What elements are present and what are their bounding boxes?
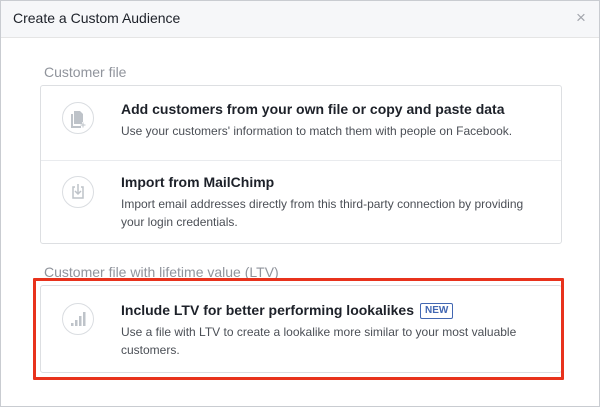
dialog-header: Create a Custom Audience × — [1, 1, 599, 38]
option-description: Use a file with LTV to create a lookalik… — [121, 325, 517, 357]
option-add-customers-from-file[interactable]: Add customers from your own file or copy… — [41, 86, 561, 160]
create-custom-audience-dialog: Create a Custom Audience × Customer file… — [0, 0, 600, 407]
option-title: Import from MailChimp — [121, 174, 275, 190]
new-badge: NEW — [420, 303, 454, 319]
import-icon — [62, 176, 94, 208]
option-include-ltv[interactable]: Include LTV for better performing lookal… — [41, 286, 561, 372]
close-icon[interactable]: × — [573, 9, 589, 27]
option-import-from-mailchimp[interactable]: Import from MailChimp Import email addre… — [41, 161, 561, 243]
dialog-title: Create a Custom Audience — [13, 10, 181, 26]
file-add-icon — [62, 102, 94, 134]
section-title-ltv: Customer file with lifetime value (LTV) — [44, 264, 279, 280]
option-description: Use your customers' information to match… — [121, 124, 513, 138]
ltv-options-card: Include LTV for better performing lookal… — [40, 285, 562, 373]
section-title-customer-file: Customer file — [44, 64, 127, 80]
customer-file-options-card: Add customers from your own file or copy… — [40, 85, 562, 244]
option-title: Include LTV for better performing lookal… — [121, 302, 415, 318]
option-description: Import email addresses directly from thi… — [121, 197, 524, 229]
signal-bars-icon — [62, 303, 94, 335]
option-title: Add customers from your own file or copy… — [121, 101, 505, 117]
option-title-row: Include LTV for better performing lookal… — [121, 302, 454, 319]
